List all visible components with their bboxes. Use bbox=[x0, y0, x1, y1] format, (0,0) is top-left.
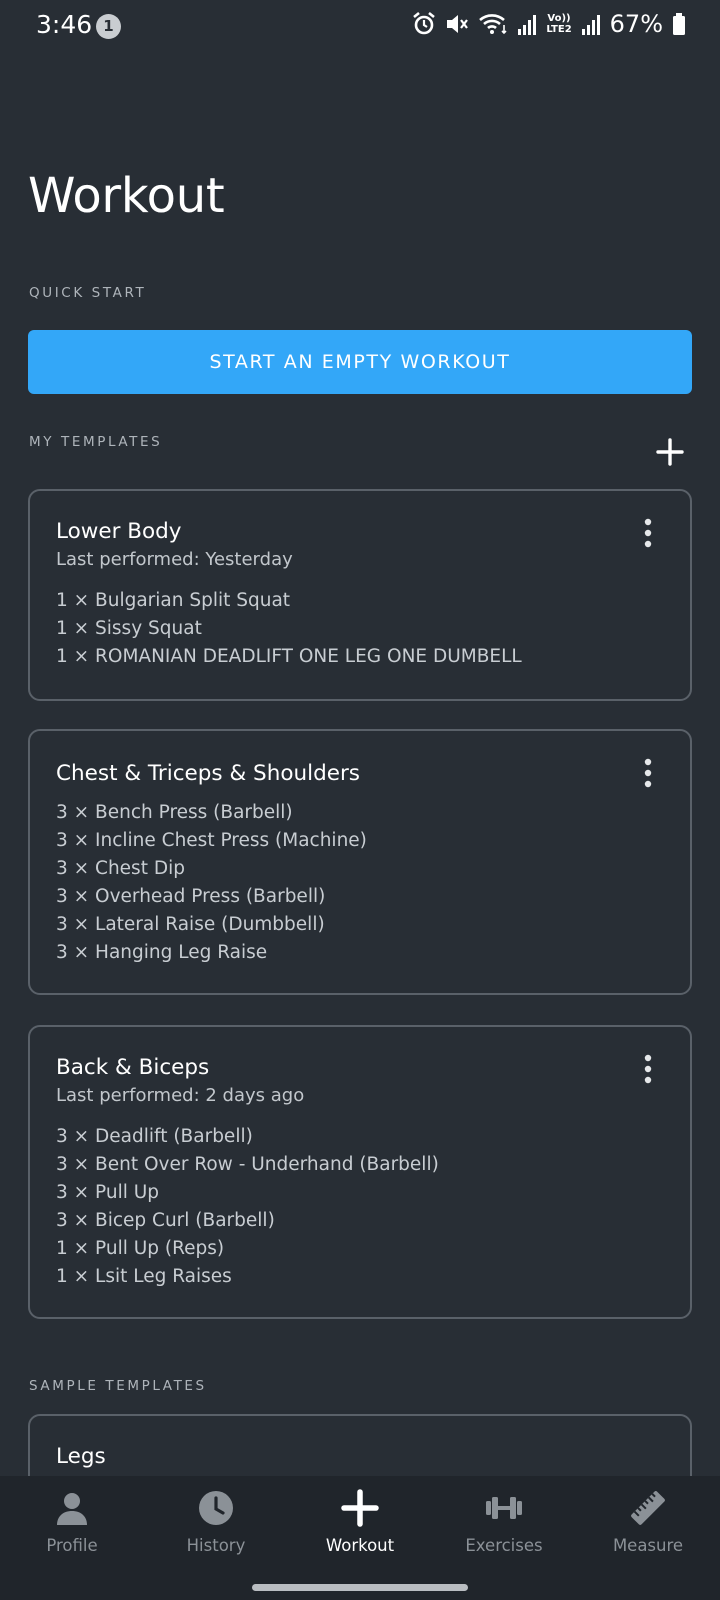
nav-item-profile[interactable]: Profile bbox=[0, 1476, 144, 1600]
exercise-item: 1 × Pull Up (Reps) bbox=[56, 1238, 225, 1259]
nav-label: History bbox=[186, 1536, 246, 1555]
exercise-item: 1 × Bulgarian Split Squat bbox=[56, 590, 291, 611]
template-title: Legs bbox=[56, 1444, 106, 1469]
plus-icon bbox=[341, 1489, 379, 1527]
nav-item-exercises[interactable]: Exercises bbox=[432, 1476, 576, 1600]
alarm-icon bbox=[413, 11, 436, 35]
last-performed: Last performed: 2 days ago bbox=[56, 1085, 305, 1106]
nav-item-workout[interactable]: Workout bbox=[288, 1476, 432, 1600]
exercise-item: 3 × Overhead Press (Barbell) bbox=[56, 886, 326, 907]
start-empty-workout-button[interactable]: START AN EMPTY WORKOUT bbox=[28, 330, 692, 394]
plus-icon[interactable] bbox=[652, 434, 688, 470]
signal-icon bbox=[581, 15, 600, 35]
exercise-item: 1 × Sissy Squat bbox=[56, 618, 202, 639]
nav-item-history[interactable]: History bbox=[144, 1476, 288, 1600]
exercise-item: 3 × Incline Chest Press (Machine) bbox=[56, 830, 367, 851]
template-card-lower-body[interactable]: Lower Body Last performed: Yesterday 1 ×… bbox=[28, 489, 692, 701]
template-title: Chest & Triceps & Shoulders bbox=[56, 761, 360, 786]
page-title: Workout bbox=[28, 168, 225, 224]
exercise-item: 3 × Lateral Raise (Dumbbell) bbox=[56, 914, 325, 935]
exercise-item: 1 × Lsit Leg Raises bbox=[56, 1266, 232, 1287]
nav-label: Measure bbox=[612, 1536, 684, 1555]
status-time: 3:46 bbox=[36, 10, 93, 39]
nav-label: Exercises bbox=[465, 1536, 543, 1555]
exercise-list: 3 × Deadlift (Barbell) 3 × Bent Over Row… bbox=[56, 1123, 664, 1291]
exercise-item: 3 × Bent Over Row - Underhand (Barbell) bbox=[56, 1154, 439, 1175]
battery-percent: 67% bbox=[609, 10, 663, 38]
wifi-icon bbox=[479, 14, 507, 35]
exercise-item: 3 × Chest Dip bbox=[56, 858, 185, 879]
exercise-item: 3 × Bench Press (Barbell) bbox=[56, 802, 293, 823]
home-indicator[interactable] bbox=[252, 1584, 468, 1591]
status-icons: Vo)) LTE2 67% bbox=[412, 10, 686, 38]
signal-icon bbox=[518, 15, 537, 35]
nav-label: Profile bbox=[46, 1536, 98, 1555]
exercise-item: 3 × Hanging Leg Raise bbox=[56, 942, 268, 963]
more-options-icon[interactable] bbox=[636, 757, 660, 789]
battery-icon bbox=[673, 13, 685, 35]
volte-indicator: Vo)) LTE2 bbox=[546, 13, 572, 35]
exercise-list: 3 × Bench Press (Barbell) 3 × Incline Ch… bbox=[56, 799, 664, 967]
template-card-back-biceps[interactable]: Back & Biceps Last performed: 2 days ago… bbox=[28, 1025, 692, 1319]
exercise-list: 1 × Bulgarian Split Squat 1 × Sissy Squa… bbox=[56, 587, 664, 671]
exercise-item: 3 × Bicep Curl (Barbell) bbox=[56, 1210, 275, 1231]
more-options-icon[interactable] bbox=[636, 517, 660, 549]
exercise-item: 3 × Pull Up bbox=[56, 1182, 160, 1203]
exercise-item: 3 × Deadlift (Barbell) bbox=[56, 1126, 253, 1147]
mute-icon bbox=[447, 15, 469, 33]
template-card-chest-triceps-shoulders[interactable]: Chest & Triceps & Shoulders 3 × Bench Pr… bbox=[28, 729, 692, 995]
nav-label: Workout bbox=[325, 1536, 395, 1555]
status-bar: 3:46 1 Vo)) LTE2 67% bbox=[0, 0, 720, 52]
clock-icon bbox=[199, 1491, 233, 1525]
template-title: Lower Body bbox=[56, 519, 182, 544]
bottom-nav: Profile History Workout Exercises Measur… bbox=[0, 1476, 720, 1600]
more-options-icon[interactable] bbox=[636, 1053, 660, 1085]
nav-item-measure[interactable]: Measure bbox=[576, 1476, 720, 1600]
quick-start-label: QUICK START bbox=[29, 285, 147, 301]
dumbbell-icon bbox=[486, 1497, 522, 1519]
my-templates-label: MY TEMPLATES bbox=[29, 434, 163, 450]
person-icon bbox=[57, 1493, 87, 1525]
sample-templates-label: SAMPLE TEMPLATES bbox=[29, 1378, 207, 1394]
workout-screen: 3:46 1 Vo)) LTE2 67% Workout QUICK START… bbox=[0, 0, 720, 1600]
exercise-item: 1 × ROMANIAN DEADLIFT ONE LEG ONE DUMBEL… bbox=[56, 646, 522, 667]
last-performed: Last performed: Yesterday bbox=[56, 549, 293, 570]
notification-badge: 1 bbox=[96, 14, 121, 39]
template-title: Back & Biceps bbox=[56, 1055, 210, 1080]
ruler-icon bbox=[631, 1491, 665, 1525]
